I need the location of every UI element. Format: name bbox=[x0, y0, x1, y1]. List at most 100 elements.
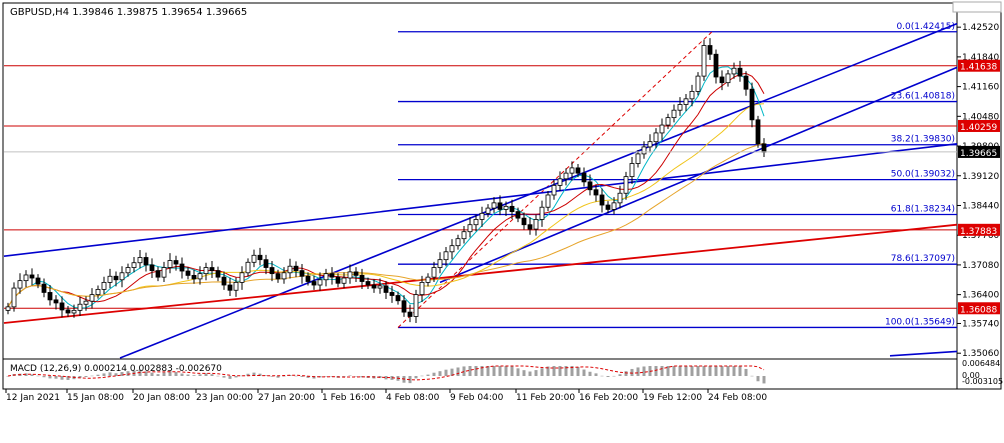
candle-body bbox=[359, 274, 365, 282]
candle-body bbox=[695, 75, 701, 92]
macd-bar bbox=[582, 369, 586, 376]
candle-body bbox=[131, 262, 137, 268]
candle-body bbox=[203, 267, 209, 275]
candle-body bbox=[413, 294, 419, 317]
candle-body bbox=[65, 309, 71, 314]
macd-bar bbox=[426, 374, 430, 376]
candle-body bbox=[455, 238, 461, 247]
macd-bar bbox=[186, 374, 190, 376]
candle-body bbox=[299, 270, 305, 277]
macd-bar bbox=[492, 366, 496, 376]
macd-bar bbox=[504, 366, 508, 376]
candle-body bbox=[437, 259, 443, 268]
candle-body bbox=[569, 167, 575, 174]
macd-bar bbox=[462, 366, 466, 376]
x-tick-label: 4 Feb 08:00 bbox=[386, 393, 440, 403]
candle-body bbox=[347, 271, 353, 279]
candle-body bbox=[125, 267, 131, 274]
candle-body bbox=[467, 224, 473, 233]
candle-body bbox=[275, 273, 281, 280]
macd-bar bbox=[672, 366, 676, 376]
candle-body bbox=[113, 275, 119, 281]
macd-bar bbox=[594, 373, 598, 376]
macd-bar bbox=[678, 366, 682, 376]
candle-body bbox=[473, 219, 479, 226]
candle-body bbox=[629, 163, 635, 178]
candle-body bbox=[389, 292, 395, 296]
macd-y-tick-label: -0.003105 bbox=[962, 377, 1003, 386]
candle-body bbox=[665, 117, 671, 126]
candle-body bbox=[731, 67, 737, 75]
macd-bar bbox=[702, 366, 706, 376]
candle-body bbox=[185, 270, 191, 276]
candle-body bbox=[599, 194, 605, 206]
y-tick-label: 1.38440 bbox=[962, 201, 999, 211]
candle-body bbox=[557, 178, 563, 186]
x-tick-label: 15 Jan 08:00 bbox=[67, 393, 124, 403]
candle-body bbox=[155, 270, 161, 278]
macd-bar bbox=[528, 371, 532, 376]
candle-body bbox=[53, 299, 59, 304]
macd-bar bbox=[438, 371, 442, 376]
candle-body bbox=[35, 277, 41, 285]
candle-body bbox=[605, 204, 611, 210]
macd-bar bbox=[690, 366, 694, 376]
macd-bar bbox=[714, 366, 718, 376]
macd-bar bbox=[612, 375, 616, 377]
candle-body bbox=[281, 272, 287, 280]
candle-body bbox=[161, 267, 167, 278]
candle-body bbox=[647, 141, 653, 148]
candle-body bbox=[293, 265, 299, 271]
candle-body bbox=[509, 205, 515, 212]
macd-bar bbox=[738, 366, 742, 376]
macd-bar bbox=[348, 375, 352, 376]
candle-body bbox=[179, 263, 185, 272]
candle-body bbox=[707, 45, 713, 55]
macd-bar bbox=[660, 366, 664, 376]
y-tick-label: 1.37080 bbox=[962, 261, 999, 271]
candle-body bbox=[209, 267, 215, 271]
candle-body bbox=[89, 294, 95, 302]
candle-body bbox=[683, 98, 689, 105]
x-tick-label: 9 Feb 04:00 bbox=[450, 393, 504, 403]
candle-body bbox=[713, 53, 719, 78]
candle-body bbox=[329, 273, 335, 278]
candle-body bbox=[197, 273, 203, 280]
fib-label: 78.6(1.37097) bbox=[891, 254, 955, 264]
macd-bar bbox=[228, 376, 232, 379]
candle-body bbox=[11, 287, 17, 308]
candle-body bbox=[323, 273, 329, 281]
candle-body bbox=[479, 212, 485, 220]
macd-bar bbox=[90, 375, 94, 377]
chart-window[interactable]: 0.0(1.42415) 23.6(1.40818) 38.2(1.39830) 50… bbox=[0, 0, 1004, 439]
candle-body bbox=[371, 284, 377, 289]
candle-body bbox=[29, 274, 35, 279]
candle-body bbox=[563, 172, 569, 180]
candle-body bbox=[95, 288, 101, 296]
macd-bar bbox=[642, 366, 646, 376]
x-tick-label: 24 Feb 08:00 bbox=[708, 393, 767, 403]
x-tick-label: 16 Feb 20:00 bbox=[579, 393, 638, 403]
candle-body bbox=[737, 67, 743, 77]
candle-body bbox=[581, 172, 587, 183]
candle-body bbox=[353, 271, 359, 276]
candle-body bbox=[617, 192, 623, 204]
macd-bar bbox=[522, 370, 526, 376]
candle-body bbox=[251, 254, 257, 263]
x-tick-label: 19 Feb 12:00 bbox=[643, 393, 702, 403]
candle-body bbox=[593, 189, 599, 196]
macd-bar bbox=[654, 366, 658, 376]
candle-body bbox=[221, 276, 227, 286]
scroll-marker[interactable] bbox=[952, 1, 1002, 13]
candle-body bbox=[719, 76, 725, 84]
x-tick-label: 11 Feb 20:00 bbox=[516, 393, 575, 403]
candle-body bbox=[653, 132, 659, 143]
candle-body bbox=[431, 267, 437, 278]
macd-bar bbox=[510, 366, 514, 376]
candle-body bbox=[677, 104, 683, 111]
x-tick-label: 23 Jan 00:00 bbox=[196, 393, 253, 403]
candle-body bbox=[263, 259, 269, 268]
macd-bar bbox=[96, 374, 100, 376]
price-chart-svg[interactable]: 0.0(1.42415) 23.6(1.40818) 38.2(1.39830) 50… bbox=[0, 0, 1004, 439]
y-tick-label: 1.41160 bbox=[962, 83, 999, 93]
